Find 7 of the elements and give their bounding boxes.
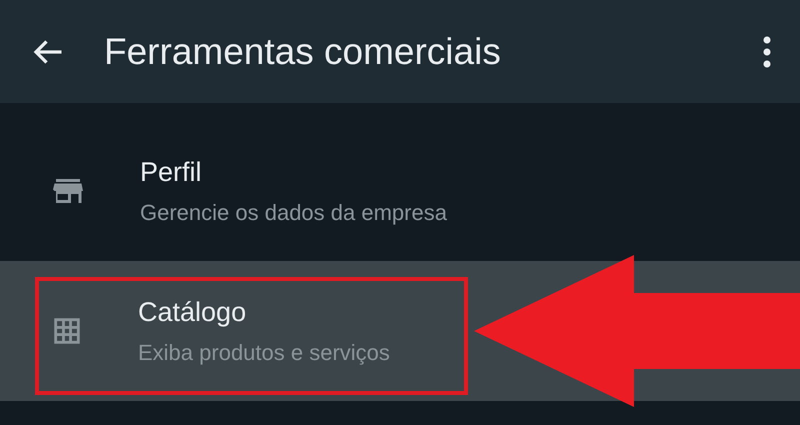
- item-subtitle: Gerencie os dados da empresa: [140, 200, 447, 226]
- settings-item[interactable]: Perfil Gerencie os dados da empresa: [0, 121, 800, 261]
- screen-title: Ferramentas comerciais: [104, 30, 502, 72]
- item-title: Perfil: [140, 156, 203, 188]
- item-title: Catálogo: [138, 296, 248, 328]
- more-options-icon[interactable]: [762, 34, 772, 70]
- item-subtitle: Exiba produtos e serviços: [138, 340, 390, 366]
